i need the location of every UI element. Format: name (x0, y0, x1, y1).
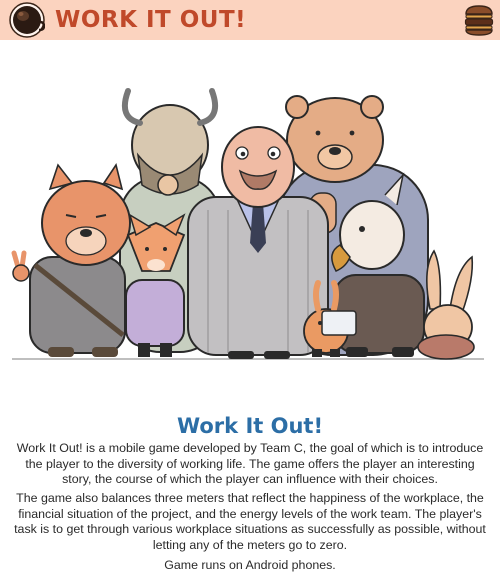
page-heading: Work It Out! (176, 414, 324, 439)
top-bar: WORK IT OUT! (0, 0, 500, 40)
intro-paragraph: Work It Out! is a mobile game developed … (16, 441, 484, 486)
small-fox-character (125, 213, 186, 357)
coffee-cup-logo-icon[interactable] (9, 2, 45, 38)
meters-paragraph: The game also balances three meters that… (14, 491, 486, 552)
platform-paragraph: Game runs on Android phones. (164, 558, 336, 572)
fox-character (11, 163, 131, 357)
burger-menu-icon[interactable] (464, 4, 494, 36)
hero-illustration (11, 88, 484, 360)
site-title[interactable]: WORK IT OUT! (55, 4, 246, 36)
